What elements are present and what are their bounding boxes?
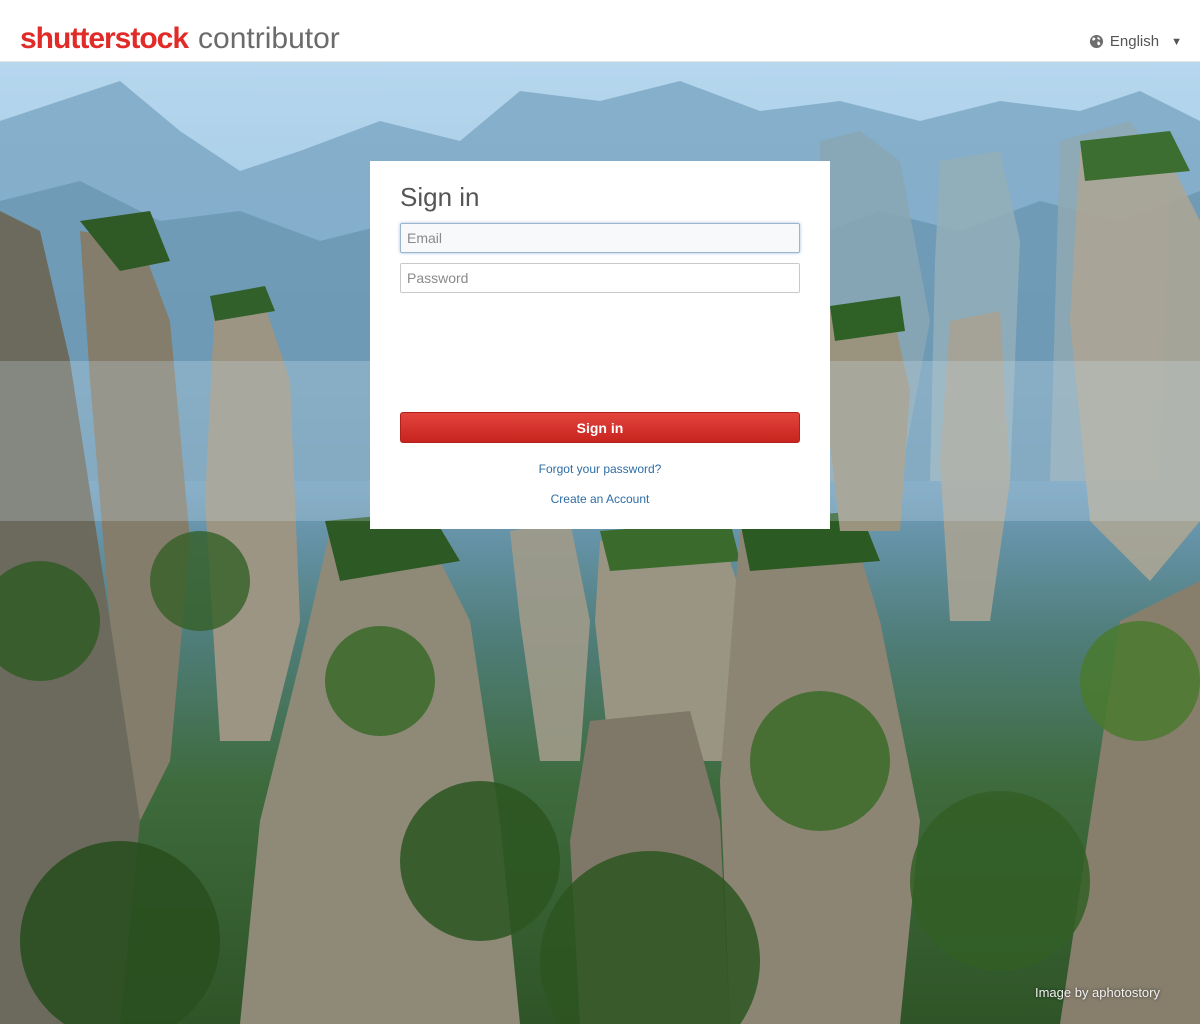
globe-icon	[1089, 34, 1103, 49]
chevron-down-icon: ▼	[1171, 35, 1182, 48]
logo-product-text: contributor	[198, 22, 340, 55]
image-credit: Image by aphotostory	[1034, 985, 1160, 1000]
shutterstock-logo[interactable]: shutterstock contributor	[20, 22, 340, 56]
signin-card: Sign in Sign in Forgot your password? Cr…	[370, 161, 830, 529]
forgot-password-link[interactable]: Forgot your password?	[370, 462, 830, 476]
create-account-link[interactable]: Create an Account	[370, 492, 830, 506]
email-field[interactable]	[400, 223, 800, 253]
logo-brand-text: shutterstock	[20, 22, 189, 55]
language-selector[interactable]: English ▼	[1089, 33, 1182, 50]
signin-title: Sign in	[400, 182, 480, 212]
signin-button[interactable]: Sign in	[400, 412, 800, 443]
language-label: English	[1109, 33, 1160, 50]
password-field[interactable]	[400, 263, 800, 293]
top-header: shutterstock contributor English ▼	[0, 0, 1200, 62]
